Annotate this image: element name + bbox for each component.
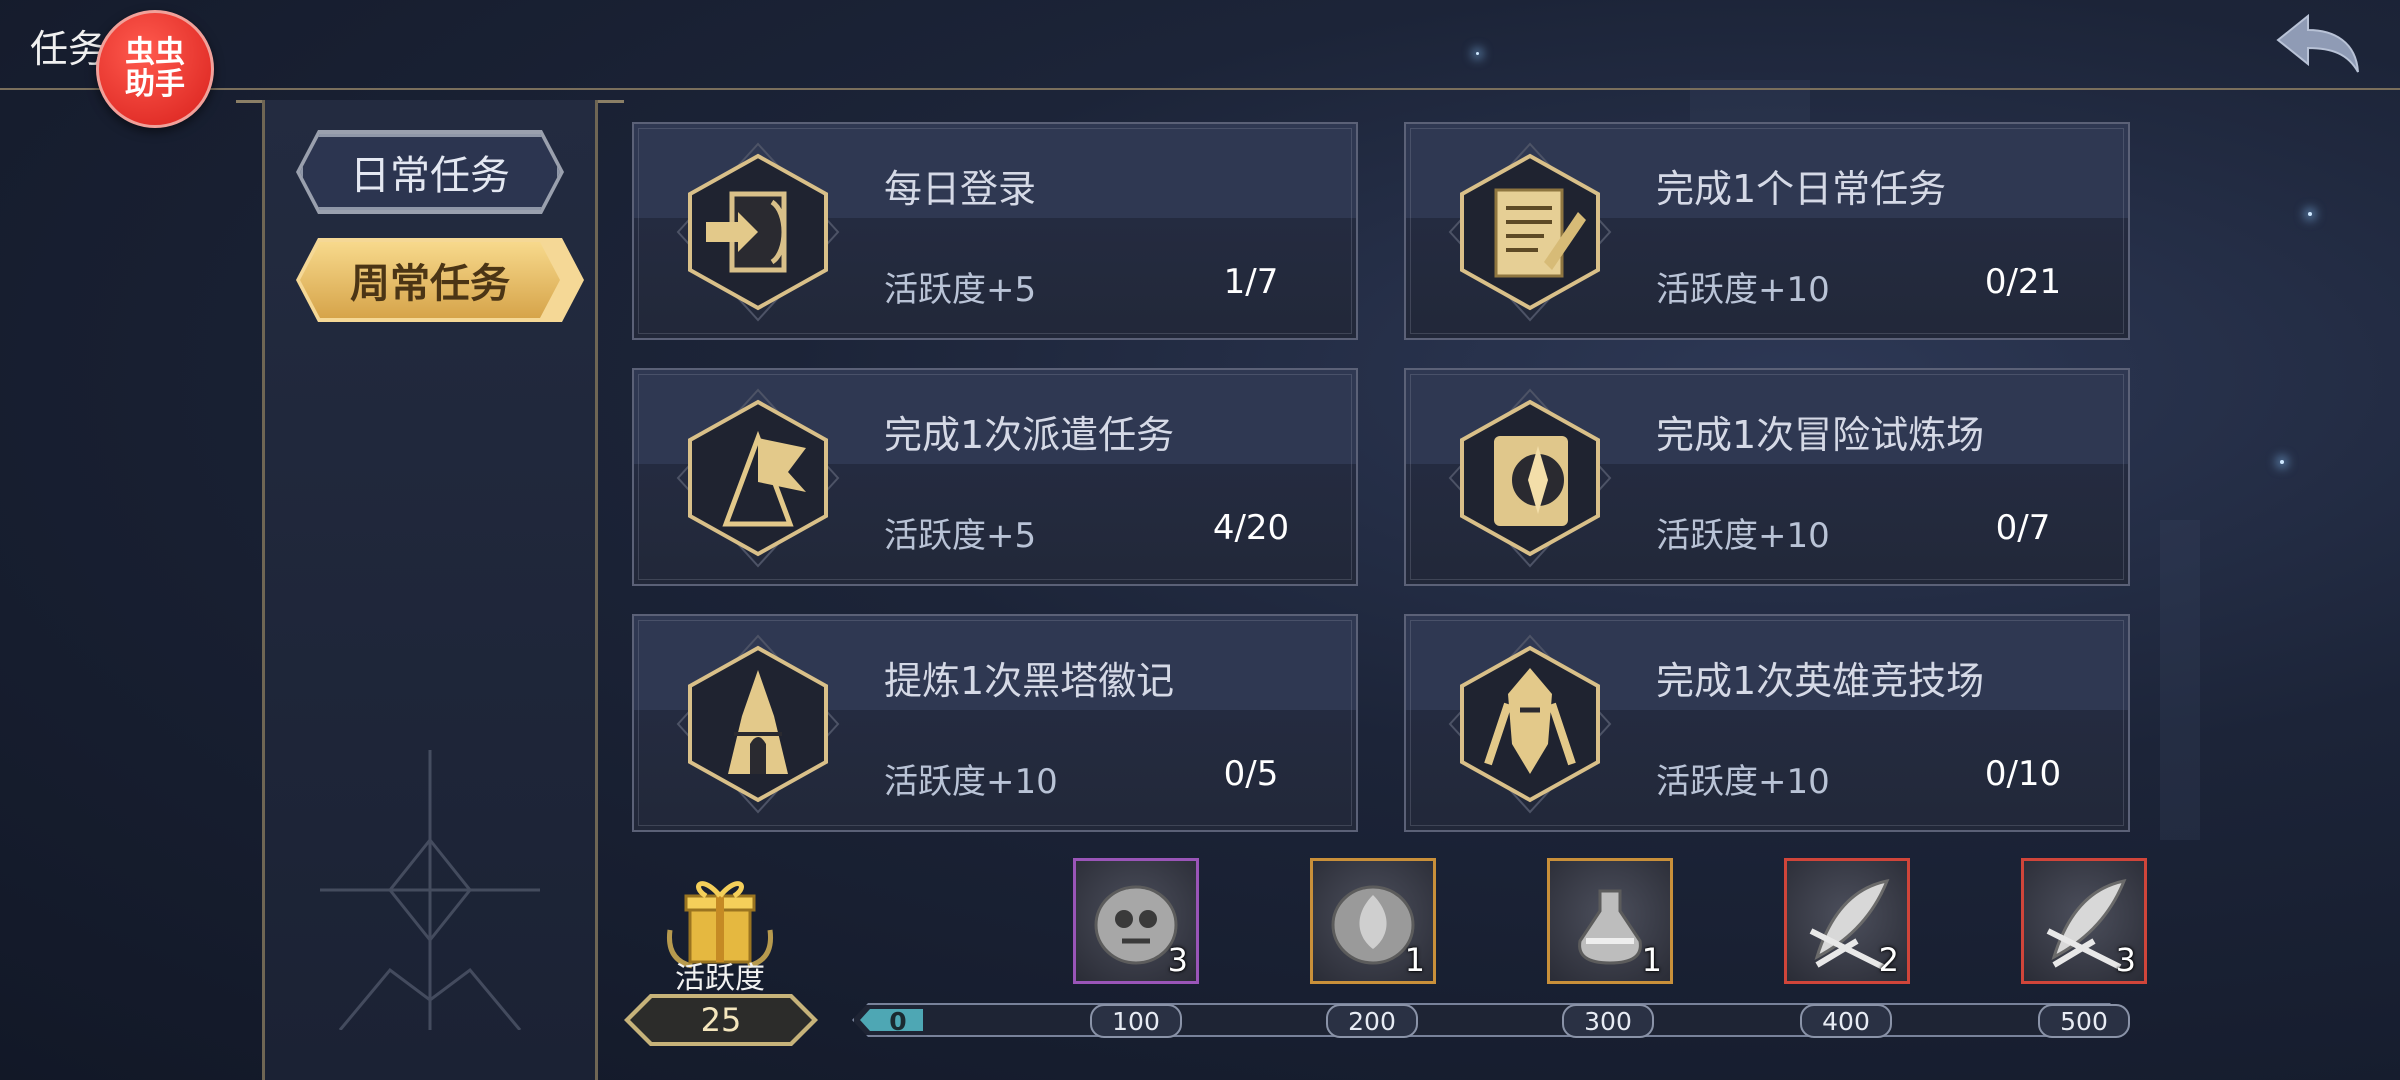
quest-reward: 活跃度+5 bbox=[884, 516, 1037, 556]
quest-card[interactable]: 完成1个日常任务活跃度+10 0/21 bbox=[1404, 122, 2130, 340]
quest-progress: 0/5 bbox=[1223, 754, 1279, 794]
reward-item[interactable]: 3 bbox=[2021, 858, 2147, 984]
quest-title: 完成1个日常任务 bbox=[1656, 167, 1947, 211]
helper-badge[interactable]: 虫虫 助手 bbox=[96, 10, 214, 128]
dispatch-flag-icon bbox=[676, 388, 840, 568]
star-decoration bbox=[2308, 212, 2312, 216]
quest-card[interactable]: 完成1次英雄竞技场活跃度+10 0/10 bbox=[1404, 614, 2130, 832]
quest-reward: 活跃度+10 bbox=[1656, 516, 1830, 556]
quest-progress: 0/21 bbox=[1984, 262, 2062, 302]
castle-silhouette bbox=[2160, 520, 2200, 840]
quest-progress: 0/7 bbox=[1995, 508, 2051, 548]
tab-weekly-quests[interactable]: 周常任务 bbox=[300, 242, 560, 318]
reward-count: 1 bbox=[1404, 941, 1425, 979]
reward-item[interactable]: 3 bbox=[1073, 858, 1199, 984]
reward-item[interactable]: 2 bbox=[1784, 858, 1910, 984]
helper-badge-line: 虫虫 bbox=[125, 35, 185, 70]
quest-reward: 活跃度+10 bbox=[1656, 270, 1830, 310]
quest-card[interactable]: 每日登录活跃度+5 1/7 bbox=[632, 122, 1358, 340]
reward-count: 3 bbox=[2115, 941, 2136, 979]
reward-count: 1 bbox=[1641, 941, 1662, 979]
quest-title: 完成1次英雄竞技场 bbox=[1656, 659, 1985, 703]
quest-scroll-icon bbox=[1448, 142, 1612, 322]
quest-progress: 0/10 bbox=[1984, 754, 2062, 794]
sidebar-ornament-icon bbox=[320, 750, 540, 1030]
black-tower-icon bbox=[676, 634, 840, 814]
milestone-marker: 200 bbox=[1326, 1004, 1418, 1038]
activity-label: 活跃度 bbox=[675, 961, 765, 996]
milestone-marker: 0 bbox=[889, 1006, 907, 1036]
quest-reward: 活跃度+10 bbox=[884, 762, 1058, 802]
quest-title: 完成1次冒险试炼场 bbox=[1656, 413, 1985, 457]
quest-title: 提炼1次黑塔徽记 bbox=[884, 659, 1175, 703]
reward-item[interactable]: 1 bbox=[1547, 858, 1673, 984]
milestone-marker: 100 bbox=[1090, 1004, 1182, 1038]
quest-title: 每日登录 bbox=[884, 167, 1037, 211]
back-arrow-icon[interactable] bbox=[2272, 10, 2362, 80]
reward-item[interactable]: 1 bbox=[1310, 858, 1436, 984]
quest-progress: 1/7 bbox=[1223, 262, 1279, 302]
trial-compass-icon bbox=[1448, 388, 1612, 568]
top-bar: 任务 虫虫 助手 bbox=[0, 0, 2400, 128]
milestone-marker: 400 bbox=[1800, 1004, 1892, 1038]
quest-card[interactable]: 提炼1次黑塔徽记活跃度+10 0/5 bbox=[632, 614, 1358, 832]
activity-progress-track bbox=[852, 1003, 2126, 1037]
arena-hero-icon bbox=[1448, 634, 1612, 814]
tab-daily-quests[interactable]: 日常任务 bbox=[300, 134, 560, 210]
activity-value: 25 bbox=[630, 998, 812, 1042]
quest-reward: 活跃度+10 bbox=[1656, 762, 1830, 802]
helper-badge-line: 助手 bbox=[125, 67, 185, 102]
quest-reward: 活跃度+5 bbox=[884, 270, 1037, 310]
quest-card[interactable]: 完成1次冒险试炼场活跃度+10 0/7 bbox=[1404, 368, 2130, 586]
milestone-marker: 500 bbox=[2038, 1004, 2130, 1038]
milestone-marker: 300 bbox=[1562, 1004, 1654, 1038]
quest-progress: 4/20 bbox=[1212, 508, 1290, 548]
reward-count: 2 bbox=[1878, 941, 1899, 979]
reward-count: 3 bbox=[1167, 941, 1188, 979]
login-door-icon bbox=[676, 142, 840, 322]
quest-card[interactable]: 完成1次派遣任务活跃度+5 4/20 bbox=[632, 368, 1358, 586]
page-title: 任务 bbox=[30, 27, 107, 71]
quest-title: 完成1次派遣任务 bbox=[884, 413, 1175, 457]
star-decoration bbox=[2280, 460, 2284, 464]
